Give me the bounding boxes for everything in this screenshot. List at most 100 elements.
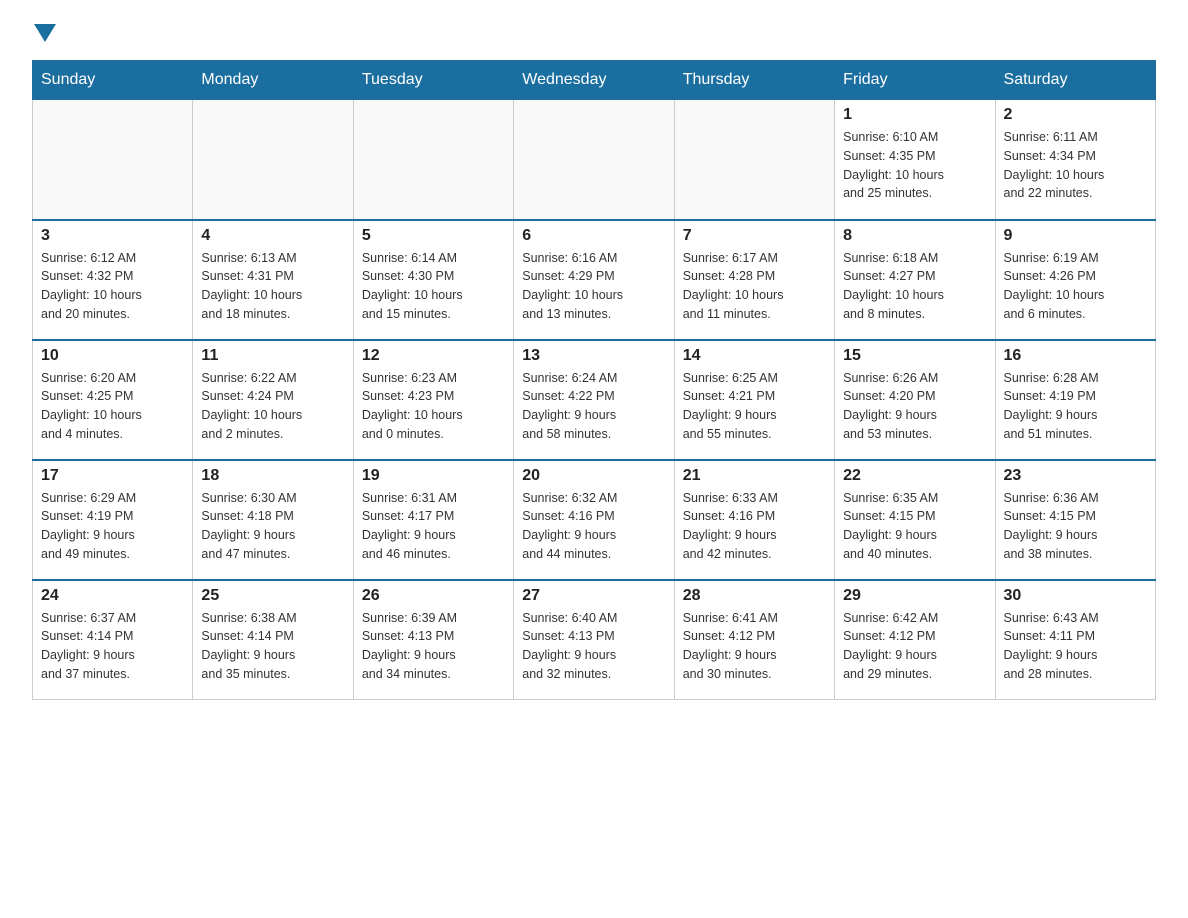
calendar-cell: 20 Sunrise: 6:32 AM Sunset: 4:16 PM Dayli…: [514, 460, 674, 580]
day-number: 27: [522, 587, 665, 605]
day-number: 23: [1004, 467, 1147, 485]
header-saturday: Saturday: [995, 61, 1155, 100]
calendar-cell: 4 Sunrise: 6:13 AM Sunset: 4:31 PM Daylig…: [193, 220, 353, 340]
header-sunday: Sunday: [33, 61, 193, 100]
header-friday: Friday: [835, 61, 995, 100]
calendar-cell: 28 Sunrise: 6:41 AM Sunset: 4:12 PM Dayli…: [674, 580, 834, 700]
calendar-week-row-5: 24 Sunrise: 6:37 AM Sunset: 4:14 PM Dayli…: [33, 580, 1156, 700]
logo: [32, 24, 56, 42]
calendar-cell: 15Sunrise: 6:26 AM Sunset: 4:20 PM Dayli…: [835, 340, 995, 460]
day-info: Sunrise: 6:24 AM Sunset: 4:22 PM Dayligh…: [522, 369, 665, 444]
day-number: 2: [1004, 106, 1147, 124]
day-number: 30: [1004, 587, 1147, 605]
day-number: 4: [201, 227, 344, 245]
day-number: 28: [683, 587, 826, 605]
day-info: Sunrise: 6:17 AM Sunset: 4:28 PM Dayligh…: [683, 249, 826, 324]
day-number: 3: [41, 227, 184, 245]
day-number: 20: [522, 467, 665, 485]
day-info: Sunrise: 6:16 AM Sunset: 4:29 PM Dayligh…: [522, 249, 665, 324]
header-tuesday: Tuesday: [353, 61, 513, 100]
calendar-cell: 29 Sunrise: 6:42 AM Sunset: 4:12 PM Dayli…: [835, 580, 995, 700]
day-number: 26: [362, 587, 505, 605]
day-info: Sunrise: 6:40 AM Sunset: 4:13 PM Dayligh…: [522, 609, 665, 684]
calendar-cell: 19 Sunrise: 6:31 AM Sunset: 4:17 PM Dayli…: [353, 460, 513, 580]
day-number: 16: [1004, 347, 1147, 365]
calendar-cell: [33, 100, 193, 220]
day-info: Sunrise: 6:33 AM Sunset: 4:16 PM Dayligh…: [683, 489, 826, 564]
calendar-cell: 5 Sunrise: 6:14 AM Sunset: 4:30 PM Daylig…: [353, 220, 513, 340]
calendar-cell: 24 Sunrise: 6:37 AM Sunset: 4:14 PM Dayli…: [33, 580, 193, 700]
calendar-cell: 9Sunrise: 6:19 AM Sunset: 4:26 PM Daylig…: [995, 220, 1155, 340]
header-monday: Monday: [193, 61, 353, 100]
calendar-cell: 23 Sunrise: 6:36 AM Sunset: 4:15 PM Dayli…: [995, 460, 1155, 580]
day-info: Sunrise: 6:11 AM Sunset: 4:34 PM Dayligh…: [1004, 128, 1147, 203]
calendar-week-row-3: 10Sunrise: 6:20 AM Sunset: 4:25 PM Dayli…: [33, 340, 1156, 460]
calendar-cell: [674, 100, 834, 220]
day-number: 5: [362, 227, 505, 245]
day-number: 19: [362, 467, 505, 485]
logo-arrow-icon: [34, 24, 56, 44]
calendar-cell: 16 Sunrise: 6:28 AM Sunset: 4:19 PM Dayli…: [995, 340, 1155, 460]
day-info: Sunrise: 6:36 AM Sunset: 4:15 PM Dayligh…: [1004, 489, 1147, 564]
day-number: 12: [362, 347, 505, 365]
day-number: 21: [683, 467, 826, 485]
calendar-cell: 7 Sunrise: 6:17 AM Sunset: 4:28 PM Daylig…: [674, 220, 834, 340]
calendar-week-row-1: 1Sunrise: 6:10 AM Sunset: 4:35 PM Daylig…: [33, 100, 1156, 220]
calendar-cell: 1Sunrise: 6:10 AM Sunset: 4:35 PM Daylig…: [835, 100, 995, 220]
calendar-cell: [514, 100, 674, 220]
day-number: 13: [522, 347, 665, 365]
day-info: Sunrise: 6:12 AM Sunset: 4:32 PM Dayligh…: [41, 249, 184, 324]
day-info: Sunrise: 6:25 AM Sunset: 4:21 PM Dayligh…: [683, 369, 826, 444]
day-info: Sunrise: 6:29 AM Sunset: 4:19 PM Dayligh…: [41, 489, 184, 564]
day-number: 24: [41, 587, 184, 605]
day-info: Sunrise: 6:42 AM Sunset: 4:12 PM Dayligh…: [843, 609, 986, 684]
weekday-header-row: Sunday Monday Tuesday Wednesday Thursday…: [33, 61, 1156, 100]
day-number: 17: [41, 467, 184, 485]
calendar-cell: 8 Sunrise: 6:18 AM Sunset: 4:27 PM Daylig…: [835, 220, 995, 340]
day-info: Sunrise: 6:38 AM Sunset: 4:14 PM Dayligh…: [201, 609, 344, 684]
day-info: Sunrise: 6:23 AM Sunset: 4:23 PM Dayligh…: [362, 369, 505, 444]
calendar-cell: 10Sunrise: 6:20 AM Sunset: 4:25 PM Dayli…: [33, 340, 193, 460]
calendar-cell: 26 Sunrise: 6:39 AM Sunset: 4:13 PM Dayli…: [353, 580, 513, 700]
day-number: 11: [201, 347, 344, 365]
day-number: 1: [843, 106, 986, 124]
calendar-cell: 6 Sunrise: 6:16 AM Sunset: 4:29 PM Daylig…: [514, 220, 674, 340]
calendar-cell: 22 Sunrise: 6:35 AM Sunset: 4:15 PM Dayli…: [835, 460, 995, 580]
day-number: 22: [843, 467, 986, 485]
day-number: 8: [843, 227, 986, 245]
calendar-cell: 25 Sunrise: 6:38 AM Sunset: 4:14 PM Dayli…: [193, 580, 353, 700]
day-info: Sunrise: 6:32 AM Sunset: 4:16 PM Dayligh…: [522, 489, 665, 564]
day-info: Sunrise: 6:28 AM Sunset: 4:19 PM Dayligh…: [1004, 369, 1147, 444]
calendar-cell: 21 Sunrise: 6:33 AM Sunset: 4:16 PM Dayli…: [674, 460, 834, 580]
header-thursday: Thursday: [674, 61, 834, 100]
day-number: 6: [522, 227, 665, 245]
calendar-cell: 17 Sunrise: 6:29 AM Sunset: 4:19 PM Dayli…: [33, 460, 193, 580]
day-info: Sunrise: 6:35 AM Sunset: 4:15 PM Dayligh…: [843, 489, 986, 564]
day-info: Sunrise: 6:31 AM Sunset: 4:17 PM Dayligh…: [362, 489, 505, 564]
day-number: 25: [201, 587, 344, 605]
calendar-cell: 2 Sunrise: 6:11 AM Sunset: 4:34 PM Daylig…: [995, 100, 1155, 220]
day-info: Sunrise: 6:19 AM Sunset: 4:26 PM Dayligh…: [1004, 249, 1147, 324]
day-info: Sunrise: 6:22 AM Sunset: 4:24 PM Dayligh…: [201, 369, 344, 444]
header-wednesday: Wednesday: [514, 61, 674, 100]
day-info: Sunrise: 6:37 AM Sunset: 4:14 PM Dayligh…: [41, 609, 184, 684]
day-number: 29: [843, 587, 986, 605]
day-number: 18: [201, 467, 344, 485]
day-info: Sunrise: 6:18 AM Sunset: 4:27 PM Dayligh…: [843, 249, 986, 324]
day-info: Sunrise: 6:14 AM Sunset: 4:30 PM Dayligh…: [362, 249, 505, 324]
calendar-cell: 13 Sunrise: 6:24 AM Sunset: 4:22 PM Dayli…: [514, 340, 674, 460]
page-header: [32, 24, 1156, 42]
day-info: Sunrise: 6:41 AM Sunset: 4:12 PM Dayligh…: [683, 609, 826, 684]
calendar-cell: 30 Sunrise: 6:43 AM Sunset: 4:11 PM Dayli…: [995, 580, 1155, 700]
calendar-cell: 11 Sunrise: 6:22 AM Sunset: 4:24 PM Dayli…: [193, 340, 353, 460]
calendar-week-row-4: 17 Sunrise: 6:29 AM Sunset: 4:19 PM Dayli…: [33, 460, 1156, 580]
day-number: 7: [683, 227, 826, 245]
day-number: 15: [843, 347, 986, 365]
day-number: 10: [41, 347, 184, 365]
calendar-cell: 14 Sunrise: 6:25 AM Sunset: 4:21 PM Dayli…: [674, 340, 834, 460]
day-info: Sunrise: 6:13 AM Sunset: 4:31 PM Dayligh…: [201, 249, 344, 324]
day-info: Sunrise: 6:43 AM Sunset: 4:11 PM Dayligh…: [1004, 609, 1147, 684]
calendar-cell: 27 Sunrise: 6:40 AM Sunset: 4:13 PM Dayli…: [514, 580, 674, 700]
day-info: Sunrise: 6:39 AM Sunset: 4:13 PM Dayligh…: [362, 609, 505, 684]
day-number: 14: [683, 347, 826, 365]
